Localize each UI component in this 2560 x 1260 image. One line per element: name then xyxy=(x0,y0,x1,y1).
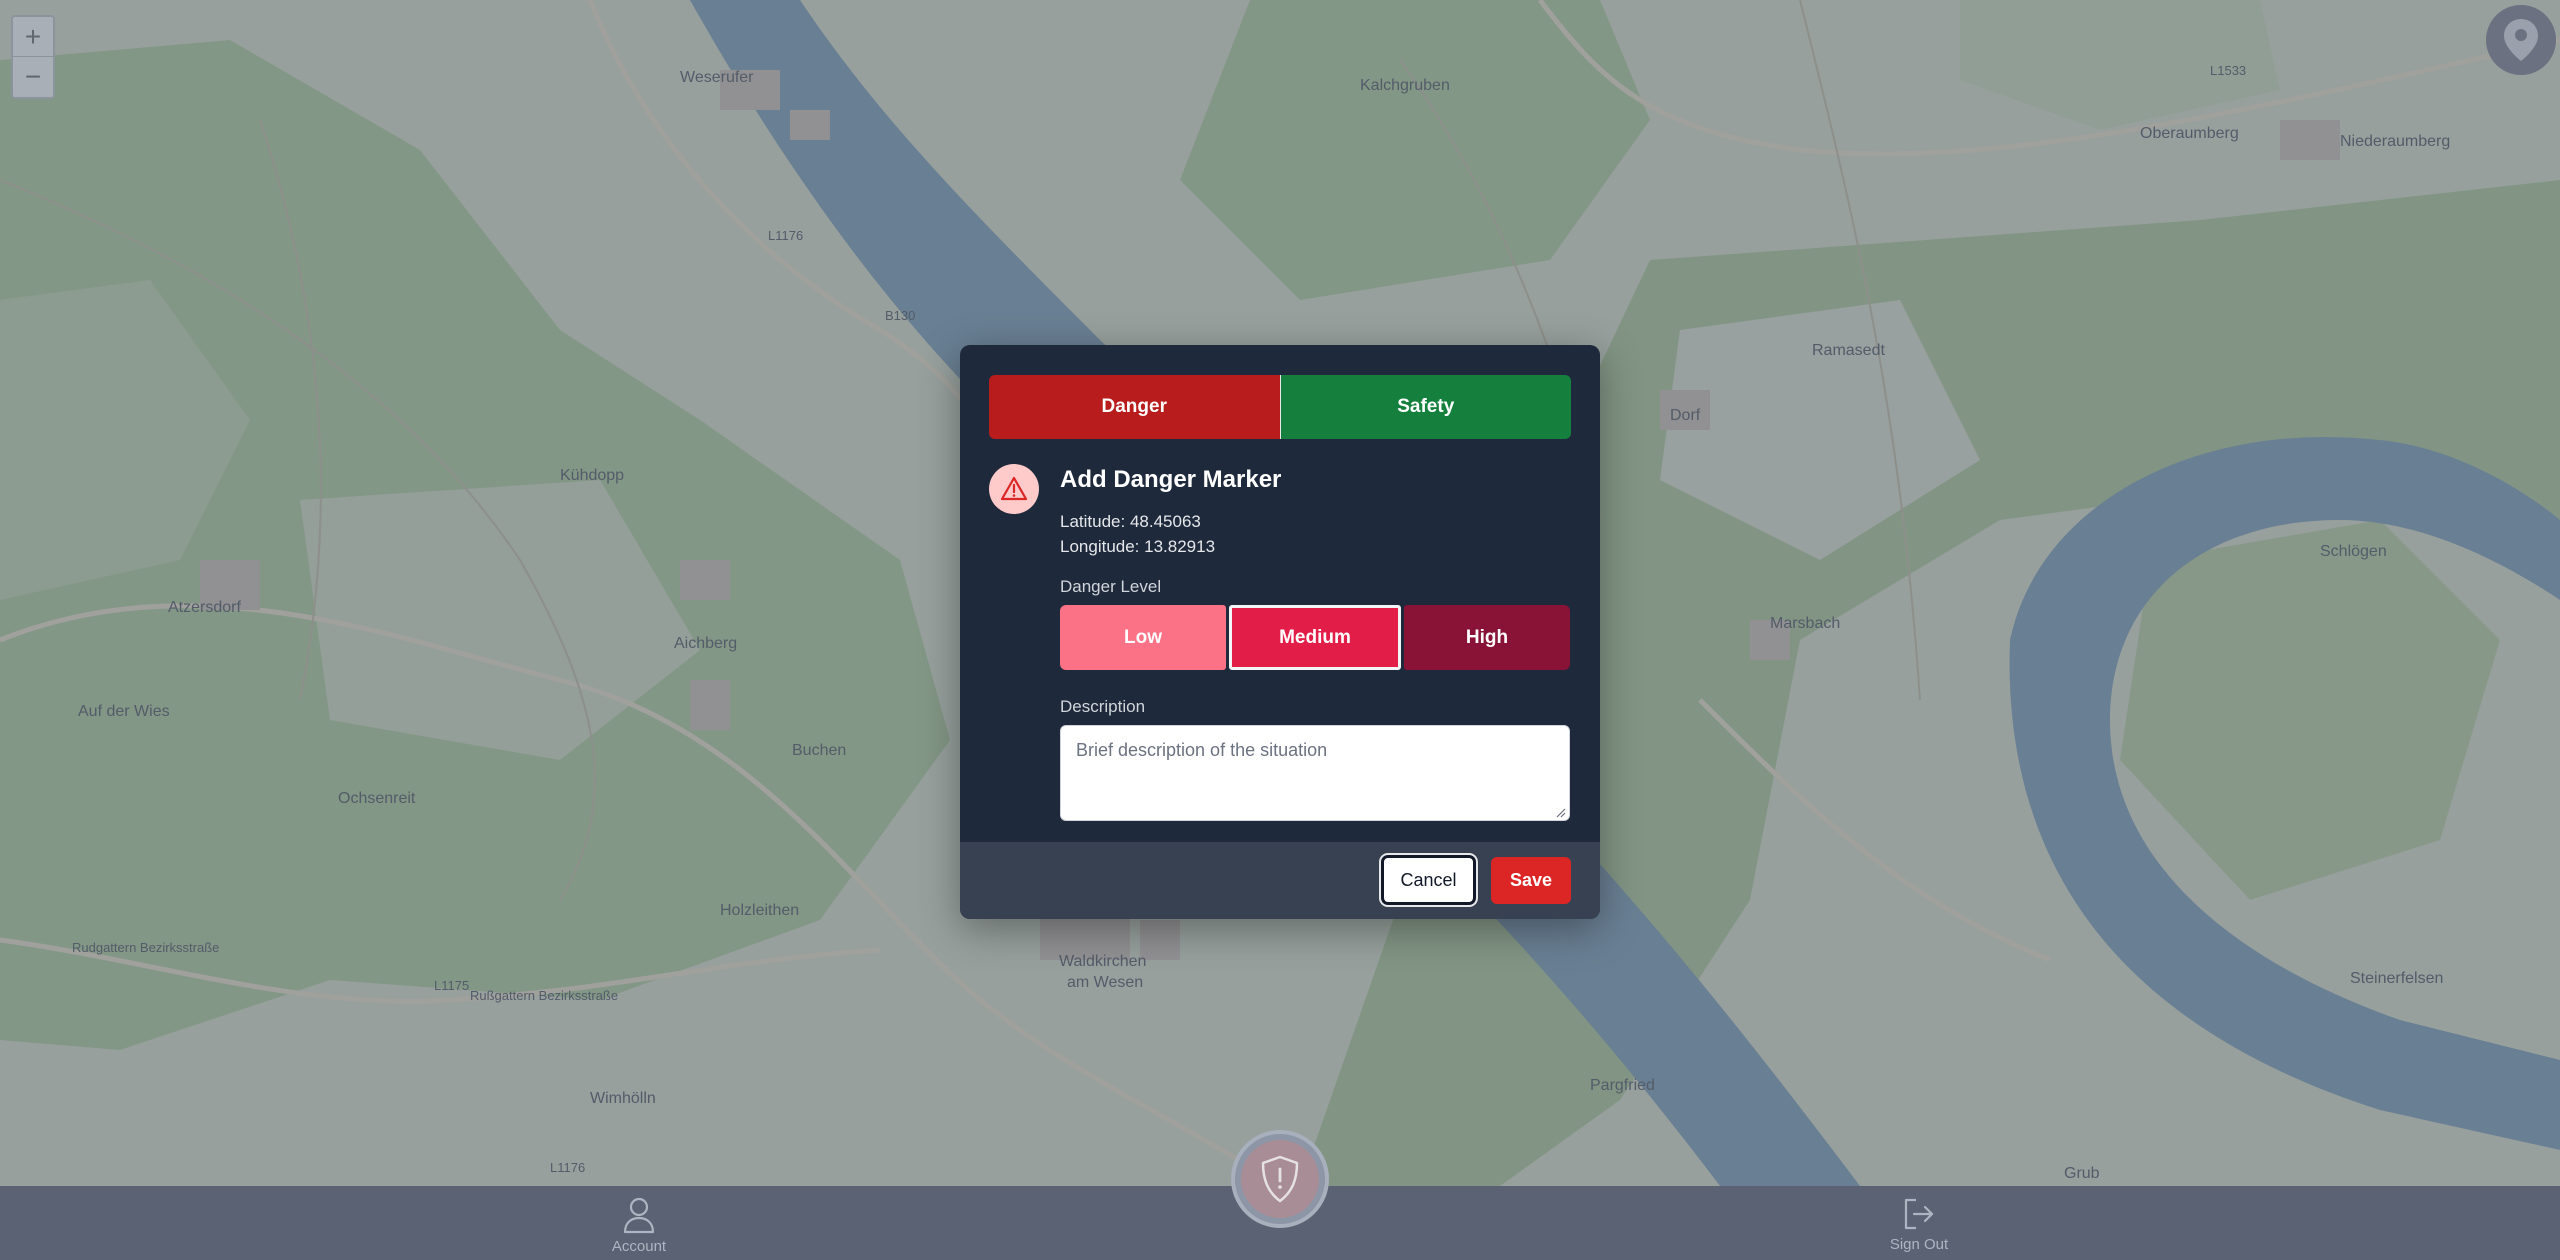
level-low-button[interactable]: Low xyxy=(1060,605,1226,670)
dialog-title: Add Danger Marker xyxy=(1060,466,1282,493)
user-icon xyxy=(623,1197,655,1234)
location-button[interactable] xyxy=(2486,5,2556,75)
longitude-text: Longitude: 13.82913 xyxy=(1060,537,1216,556)
resize-grip-icon[interactable] xyxy=(1556,808,1566,818)
nav-account-label: Account xyxy=(611,1238,667,1255)
shield-alert-icon xyxy=(1261,1155,1299,1203)
safety-type-button[interactable]: Safety xyxy=(1280,375,1571,439)
zoom-in-button[interactable]: + xyxy=(13,17,53,57)
marker-type-toggle: Danger Safety xyxy=(989,375,1571,439)
description-textarea[interactable] xyxy=(1060,725,1570,821)
fab-inner xyxy=(1241,1140,1319,1218)
danger-level-selector: Low Medium High xyxy=(1060,605,1570,670)
level-medium-button[interactable]: Medium xyxy=(1229,605,1401,670)
danger-level-label: Danger Level xyxy=(1060,577,1162,596)
alert-badge xyxy=(989,464,1039,514)
cancel-button[interactable]: Cancel xyxy=(1379,853,1478,907)
nav-sign-out-label: Sign Out xyxy=(1889,1236,1949,1253)
save-button[interactable]: Save xyxy=(1491,857,1571,904)
dialog-footer: Cancel Save xyxy=(960,842,1600,919)
description-label: Description xyxy=(1060,697,1146,716)
warning-triangle-icon xyxy=(1000,476,1028,501)
location-pin-icon xyxy=(2504,19,2538,61)
add-marker-fab[interactable] xyxy=(1231,1130,1329,1228)
latitude-text: Latitude: 48.45063 xyxy=(1060,512,1201,531)
zoom-out-button[interactable]: − xyxy=(13,57,53,96)
nav-account[interactable]: Account xyxy=(579,1196,699,1255)
add-marker-dialog: Danger Safety Add Danger Marker Latitude… xyxy=(960,345,1600,919)
sign-out-icon xyxy=(1904,1198,1934,1230)
zoom-control: + − xyxy=(11,15,55,99)
danger-type-button[interactable]: Danger xyxy=(989,375,1281,439)
level-high-button[interactable]: High xyxy=(1404,605,1570,670)
nav-sign-out[interactable]: Sign Out xyxy=(1859,1196,1979,1253)
